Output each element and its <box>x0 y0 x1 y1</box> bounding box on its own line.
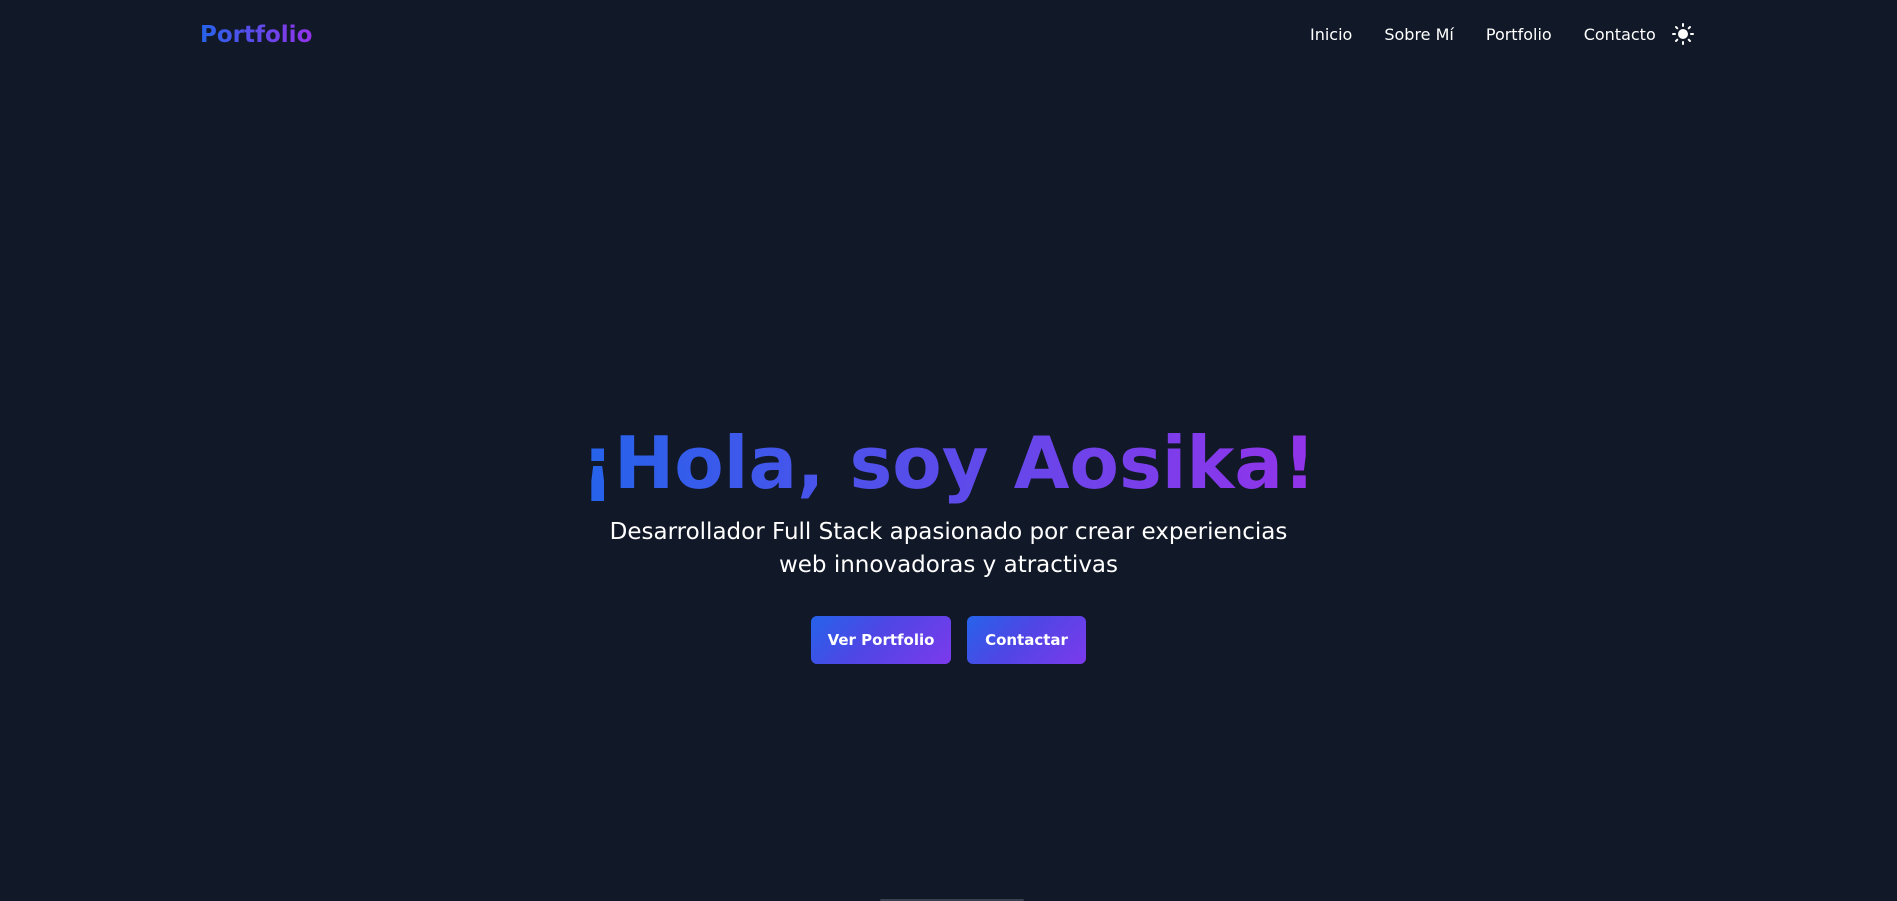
hero-subtitle: Desarrollador Full Stack apasionado por … <box>609 519 1288 578</box>
nav-link-contacto[interactable]: Contacto <box>1584 25 1656 44</box>
hero-title: ¡Hola, soy Aosika! <box>581 421 1316 505</box>
hero-section: ¡Hola, soy Aosika! Desarrollador Full St… <box>0 420 1897 664</box>
nav-link-inicio[interactable]: Inicio <box>1310 25 1352 44</box>
contact-button[interactable]: Contactar <box>967 616 1086 664</box>
logo[interactable]: Portfolio <box>200 22 312 48</box>
sun-icon <box>1672 23 1694 45</box>
view-portfolio-button[interactable]: Ver Portfolio <box>811 616 951 664</box>
nav-link-portfolio[interactable]: Portfolio <box>1486 25 1552 44</box>
navbar: Portfolio Inicio Sobre Mí Portfolio Cont… <box>0 0 1897 72</box>
hero-buttons: Ver Portfolio Contactar <box>0 616 1897 664</box>
nav-link-sobre-mi[interactable]: Sobre Mí <box>1384 25 1454 44</box>
nav-links: Inicio Sobre Mí Portfolio Contacto <box>1310 25 1688 44</box>
theme-toggle-button[interactable] <box>1672 23 1694 45</box>
